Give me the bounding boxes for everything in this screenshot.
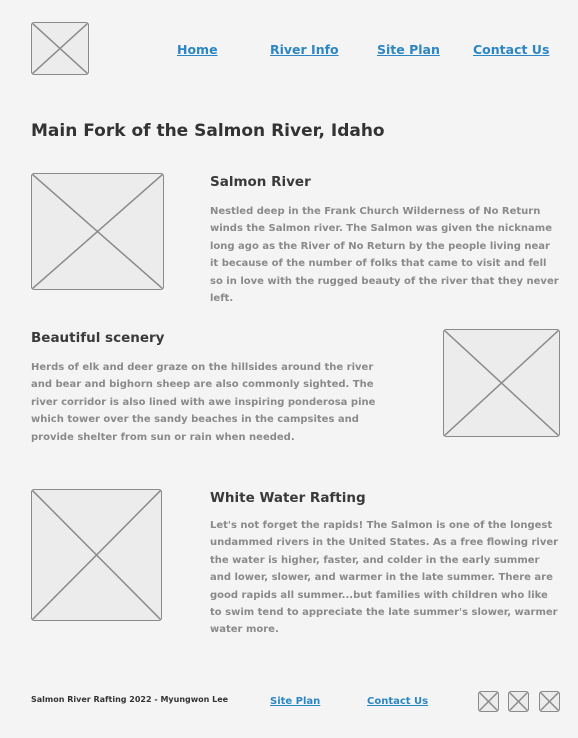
nav-link-home[interactable]: Home [177, 42, 218, 57]
section-heading-beautiful-scenery: Beautiful scenery [31, 330, 165, 346]
section-body-salmon-river: Nestled deep in the Frank Church Wildern… [210, 206, 559, 305]
nav-link-site-plan[interactable]: Site Plan [377, 42, 440, 57]
footer-link-site-plan[interactable]: Site Plan [270, 696, 320, 707]
salmon-river-image-placeholder-icon [31, 173, 164, 290]
section-body-white-water-rafting: Let's not forget the rapids! The Salmon … [210, 520, 559, 636]
section-heading-salmon-river: Salmon River [210, 174, 311, 190]
footer-link-contact-us[interactable]: Contact Us [367, 696, 428, 707]
page-title: Main Fork of the Salmon River, Idaho [31, 121, 385, 141]
social-placeholder-icon[interactable] [539, 691, 560, 712]
section-body-beautiful-scenery: Herds of elk and deer graze on the hills… [31, 362, 376, 443]
copyright-text: Salmon River Rafting 2022 - Myungwon Lee [31, 695, 229, 704]
rafting-image-placeholder-icon [31, 489, 162, 621]
nav-link-contact-us[interactable]: Contact Us [473, 42, 549, 57]
scenery-image-placeholder-icon [443, 329, 560, 437]
logo-image-placeholder-icon[interactable] [31, 22, 89, 75]
social-placeholder-icon[interactable] [508, 691, 529, 712]
section-heading-white-water-rafting: White Water Rafting [210, 490, 366, 506]
social-placeholder-icon[interactable] [478, 691, 499, 712]
nav-link-river-info[interactable]: River Info [270, 42, 339, 57]
